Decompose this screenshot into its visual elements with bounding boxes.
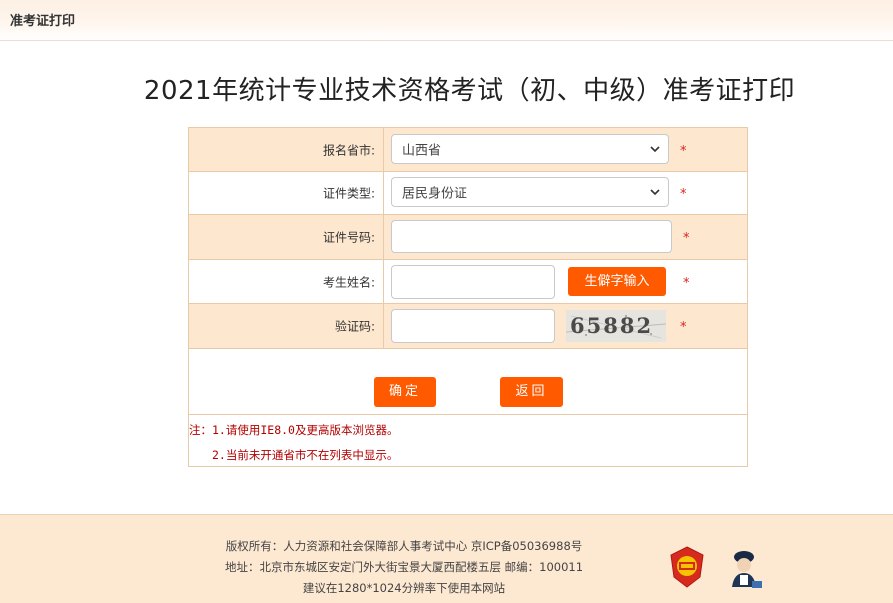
police-icon[interactable] [722,543,766,591]
required-mark: * [680,320,687,335]
province-selected-value: 山西省 [402,143,442,159]
required-mark: * [680,144,687,159]
confirm-button[interactable]: 确定 [374,377,436,407]
page-crumb: 准考证打印 [10,14,76,29]
name-input[interactable] [391,265,555,299]
back-button[interactable]: 返回 [500,377,563,407]
required-mark: * [680,187,687,202]
rare-char-input-button[interactable]: 生僻字输入 [568,267,666,296]
row-captcha: 验证码: 65882 * [189,304,747,349]
page-title: 2021年统计专业技术资格考试（初、中级）准考证打印 [143,76,796,106]
footer: 版权所有：人力资源和社会保障部人事考试中心 京ICP备05036988号 地址：… [0,514,893,603]
captcha-code: 65882 [570,313,653,338]
id-type-selected-value: 居民身份证 [402,186,468,202]
required-mark: * [683,231,690,246]
note-line-1: 注：1.请使用IE8.0及更高版本浏览器。 [189,423,399,437]
id-number-label: 证件号码: [322,230,375,245]
required-mark: * [683,276,690,291]
row-province: 报名省市: 山西省 * [189,128,747,172]
row-id-number: 证件号码: * [189,215,747,260]
chevron-down-icon [650,189,660,196]
row-name: 考生姓名: 生僻字输入 * [189,260,747,304]
captcha-noise: 65882 [566,310,666,342]
name-label: 考生姓名: [322,275,375,289]
captcha-label: 验证码: [334,319,375,334]
top-header: 准考证打印 [0,0,893,41]
row-actions: 确定 返回 [189,349,747,415]
id-number-input[interactable] [391,220,672,253]
gov-emblem-icon[interactable] [668,545,706,589]
id-type-select[interactable]: 居民身份证 [391,177,669,207]
note-line-2: 2.当前未开通省市不在列表中显示。 [212,448,399,462]
province-select[interactable]: 山西省 [391,134,669,164]
captcha-input[interactable] [391,309,555,343]
province-label: 报名省市: [322,143,375,157]
admission-form: 报名省市: 山西省 * 证件类型: 居民身份证 * 证件号码: * 考生姓名: … [188,127,748,467]
id-type-label: 证件类型: [322,186,375,201]
chevron-down-icon [650,146,660,153]
captcha-image[interactable]: 65882 [566,310,666,342]
row-id-type: 证件类型: 居民身份证 * [189,172,747,215]
